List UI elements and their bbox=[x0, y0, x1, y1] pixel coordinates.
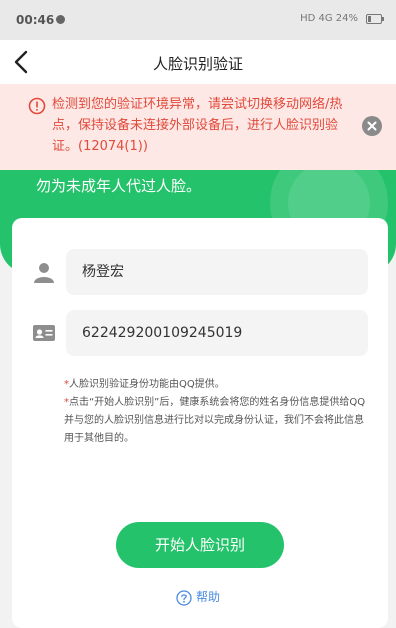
note-item: *人脸识别验证身份功能由QQ提供。 bbox=[64, 376, 370, 394]
status-bar: 00:46 HD 4G 24% bbox=[0, 0, 396, 40]
status-time: 00:46 bbox=[16, 13, 55, 27]
notification-dot-icon bbox=[56, 15, 65, 24]
hero-warning-text: 勿为未成年人代过人脸。 bbox=[36, 177, 202, 195]
help-label: 帮助 bbox=[195, 590, 220, 604]
privacy-notes: *人脸识别验证身份功能由QQ提供。 *点击“开始人脸识别”后，健康系统会将您的姓… bbox=[64, 376, 370, 448]
note-text: 点击“开始人脸识别”后，健康系统会将您的姓名身份信息提供给QQ并与您的人脸识别信… bbox=[64, 397, 366, 444]
start-face-recognition-button[interactable]: 开始人脸识别 bbox=[116, 522, 284, 568]
id-row: 622429200109245019 bbox=[12, 310, 388, 356]
user-icon bbox=[32, 260, 56, 284]
network-indicators: HD 4G 24% bbox=[300, 13, 358, 24]
page-title: 人脸识别验证 bbox=[152, 55, 243, 73]
note-text: 人脸识别验证身份功能由QQ提供。 bbox=[69, 379, 225, 390]
id-number-field[interactable]: 622429200109245019 bbox=[66, 310, 368, 356]
close-icon[interactable] bbox=[362, 116, 382, 136]
id-card-icon bbox=[32, 321, 56, 345]
nav-bar: 人脸识别验证 bbox=[0, 40, 396, 85]
error-message: 检测到您的验证环境异常，请尝试切换移动网络/热点，保持设备未连接外部设备后，进行… bbox=[52, 97, 343, 154]
status-indicators: HD 4G 24% bbox=[300, 13, 384, 24]
error-alert-icon bbox=[28, 97, 46, 115]
error-banner: 检测到您的验证环境异常，请尝试切换移动网络/热点，保持设备未连接外部设备后，进行… bbox=[0, 84, 396, 170]
question-circle-icon bbox=[176, 589, 192, 606]
name-row: 杨登宏 bbox=[12, 249, 388, 295]
note-item: *点击“开始人脸识别”后，健康系统会将您的姓名身份信息提供给QQ并与您的人脸识别… bbox=[64, 394, 370, 448]
battery-icon bbox=[366, 13, 384, 24]
help-link[interactable]: 帮助 bbox=[0, 588, 396, 606]
name-field[interactable]: 杨登宏 bbox=[66, 249, 368, 295]
